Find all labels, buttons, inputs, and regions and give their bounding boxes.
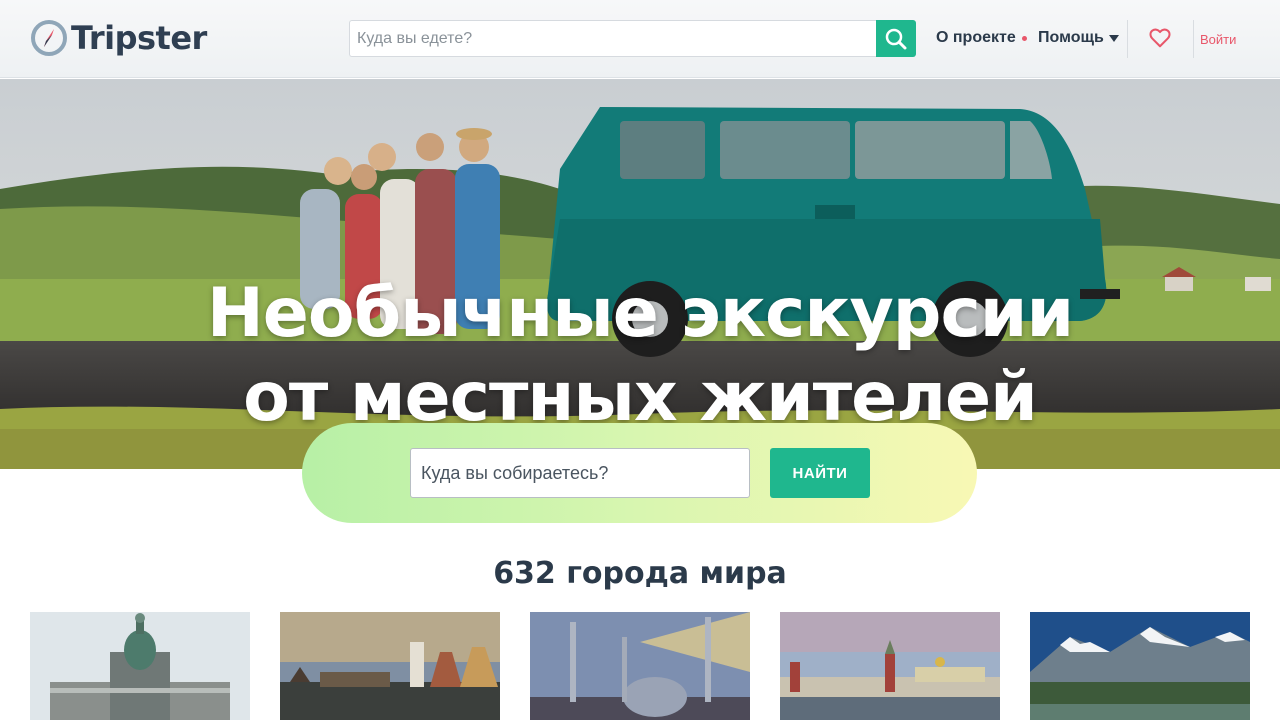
hero-search-panel: НАЙТИ [302, 423, 977, 523]
hero-banner: Необычные экскурсии от местных жителей [0, 79, 1280, 469]
city-photo [30, 612, 250, 720]
logo[interactable]: Tripster [30, 19, 207, 57]
header-search-button[interactable] [876, 20, 916, 57]
logo-text: Tripster [71, 19, 207, 57]
heart-icon[interactable] [1149, 27, 1171, 49]
caret-down-icon [1108, 35, 1119, 42]
header-divider [1127, 20, 1128, 58]
hero-search-input[interactable] [410, 448, 750, 498]
city-photo [280, 612, 500, 720]
city-card[interactable] [530, 612, 750, 720]
city-card[interactable] [1030, 612, 1250, 720]
nav-help-label: Помощь [1038, 29, 1104, 46]
header-divider [1193, 20, 1194, 58]
header-search-input[interactable] [349, 20, 877, 57]
city-photo [530, 612, 750, 720]
header-search [349, 20, 917, 58]
nav-about-link[interactable]: О проекте [936, 29, 1016, 47]
nav-help-menu[interactable]: Помощь [1038, 29, 1119, 47]
city-photo [1030, 612, 1250, 720]
hero-title-line1: Необычные экскурсии [206, 274, 1074, 353]
hero-title: Необычные экскурсии от местных жителей [0, 272, 1280, 440]
city-photo [780, 612, 1000, 720]
search-icon [885, 28, 907, 49]
compass-icon [31, 20, 67, 56]
login-link[interactable]: Войти [1200, 32, 1236, 47]
find-button[interactable]: НАЙТИ [770, 448, 870, 498]
cities-heading: 632 города мира [493, 556, 787, 591]
city-card[interactable] [280, 612, 500, 720]
site-header: Tripster О проекте Помощь Войти [0, 0, 1280, 78]
nav-separator-dot [1022, 36, 1027, 41]
city-card[interactable] [780, 612, 1000, 720]
city-card[interactable] [30, 612, 250, 720]
